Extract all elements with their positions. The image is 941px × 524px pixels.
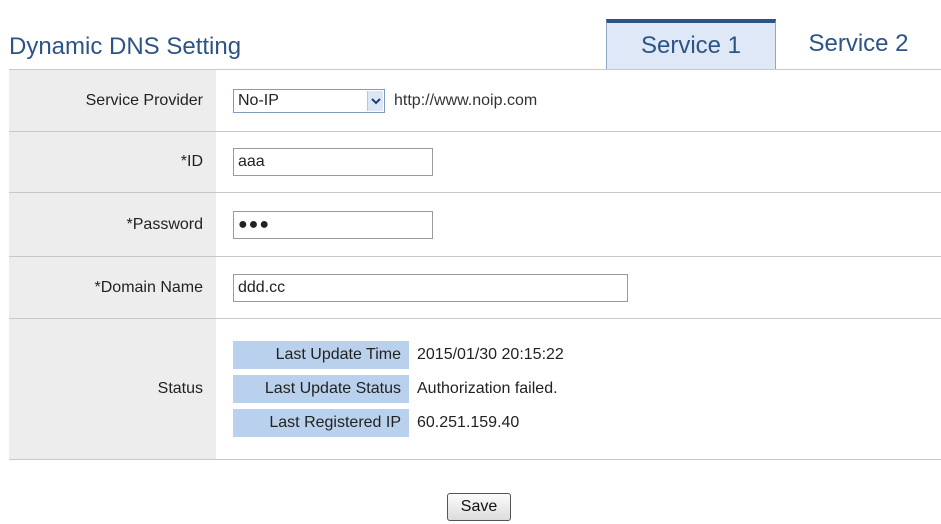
provider-url: http://www.noip.com [394, 91, 538, 109]
page-title: Dynamic DNS Setting [9, 33, 242, 60]
status-cell: Last Update Time 2015/01/30 20:15:22 Las… [216, 319, 941, 459]
password-cell: ●●● [216, 193, 941, 256]
status-item-last-update-status: Last Update Status Authorization failed. [233, 375, 564, 403]
service-provider-cell: No-IP http://www.noip.com [216, 70, 941, 131]
row-password: *Password ●●● [9, 193, 941, 257]
row-service-provider: Service Provider No-IP http://www.noip.c… [9, 70, 941, 132]
tab-service-2[interactable]: Service 2 [776, 19, 941, 69]
domain-name-label: *Domain Name [9, 257, 216, 318]
id-label: *ID [9, 132, 216, 192]
password-label: *Password [9, 193, 216, 256]
status-item-last-registered-ip: Last Registered IP 60.251.159.40 [233, 409, 564, 437]
id-input[interactable]: aaa [233, 148, 433, 176]
chevron-down-icon[interactable] [367, 90, 383, 111]
password-mask: ●●● [238, 215, 270, 233]
tab-service-1[interactable]: Service 1 [606, 19, 776, 69]
row-status: Status Last Update Time 2015/01/30 20:15… [9, 319, 941, 460]
status-item-last-update-time: Last Update Time 2015/01/30 20:15:22 [233, 341, 564, 369]
row-id: *ID aaa [9, 132, 941, 193]
row-domain-name: *Domain Name ddd.cc [9, 257, 941, 319]
id-cell: aaa [216, 132, 941, 192]
status-value: 60.251.159.40 [417, 414, 520, 431]
status-key: Last Registered IP [233, 409, 409, 437]
status-list: Last Update Time 2015/01/30 20:15:22 Las… [233, 341, 564, 437]
save-button[interactable]: Save [447, 493, 511, 521]
domain-name-cell: ddd.cc [216, 257, 941, 318]
status-label: Status [9, 319, 216, 459]
status-value: Authorization failed. [417, 380, 558, 397]
domain-name-input[interactable]: ddd.cc [233, 273, 628, 302]
service-provider-selected: No-IP [238, 91, 279, 109]
header: Dynamic DNS Setting Service 1 Service 2 [0, 0, 941, 69]
status-value: 2015/01/30 20:15:22 [417, 346, 564, 363]
settings-table: Service Provider No-IP http://www.noip.c… [9, 69, 941, 460]
status-key: Last Update Status [233, 375, 409, 403]
status-key: Last Update Time [233, 341, 409, 369]
service-provider-label: Service Provider [9, 70, 216, 131]
service-provider-select[interactable]: No-IP [233, 88, 385, 113]
password-input[interactable]: ●●● [233, 210, 433, 239]
